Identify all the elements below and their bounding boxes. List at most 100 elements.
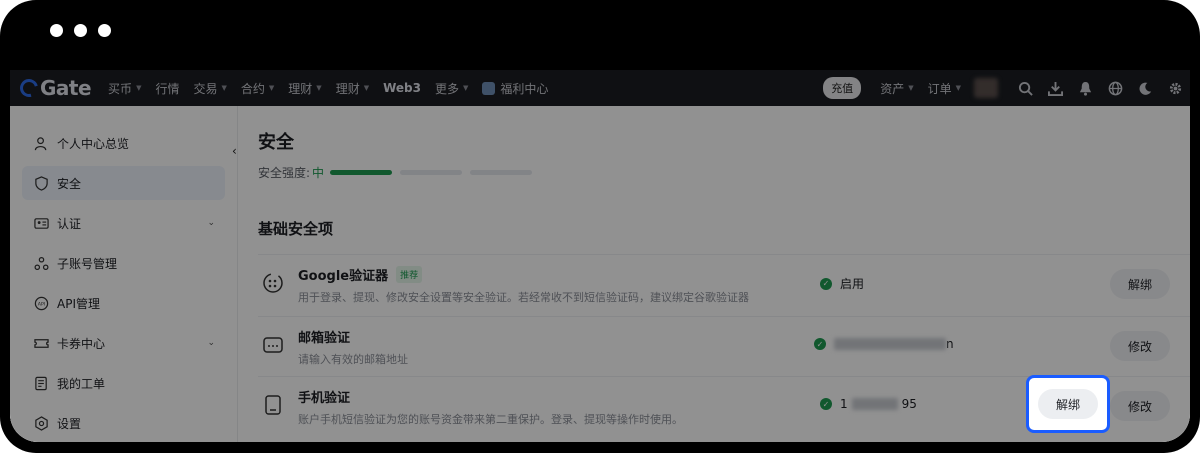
item-title-text: 邮箱验证 (298, 331, 351, 346)
sidebar-item-label: 我的工单 (57, 376, 106, 391)
sidebar-item-coupons[interactable]: 卡券中心 ⌄ (22, 326, 225, 360)
sidebar-item-label: 卡券中心 (57, 336, 106, 351)
item-title-text: 手机验证 (298, 391, 351, 406)
svg-text:API: API (37, 301, 44, 307)
modify-phone-button[interactable]: 修改 (1110, 391, 1171, 421)
nav-label: Web3 (383, 81, 421, 95)
caret-down-icon: ▼ (363, 84, 370, 92)
sub-account-icon (32, 254, 50, 272)
gear-icon[interactable] (1166, 79, 1184, 97)
collapse-sidebar-icon[interactable]: ‹ (232, 144, 237, 158)
sidebar-item-label: 认证 (57, 216, 82, 231)
security-strength: 安全强度: 中 (258, 164, 540, 181)
security-item-email: 邮箱验证 请输入有效的邮箱地址 ✓ n 修改 (258, 316, 1190, 374)
sidebar-item-api[interactable]: API API管理 (22, 286, 225, 320)
nav-label: 福利中心 (500, 81, 549, 96)
top-navigation: Gate 买币 ▼ 行情 交易 ▼ 合约 ▼ 理财 ▼ 理财 ▼ Web3 更多 ▼ 福利中… (10, 70, 1190, 106)
sidebar-item-verification[interactable]: 认证 ⌄ (22, 206, 225, 240)
nav-item-futures[interactable]: 合约 ▼ (241, 80, 274, 97)
unbind-google-button[interactable]: 解绑 (1110, 269, 1171, 299)
nav-item-buy[interactable]: 买币 ▼ (108, 80, 141, 97)
security-item-title: Google验证器 推荐 (298, 265, 423, 284)
nav-item-assets[interactable]: 资产 ▼ (880, 80, 913, 97)
nav-item-markets[interactable]: 行情 (155, 80, 179, 97)
status-text: n (946, 337, 954, 351)
security-item-status: ✓ 1 95 (820, 397, 917, 411)
app-screen: Gate 买币 ▼ 行情 交易 ▼ 合约 ▼ 理财 ▼ 理财 ▼ Web3 更多 ▼ 福利中… (10, 70, 1190, 442)
sidebar-item-settings[interactable]: 设置 (22, 406, 225, 440)
check-icon: ✓ (820, 398, 832, 410)
strength-bar-segment (330, 170, 393, 175)
sidebar: 个人中心总览 安全 认证 ⌄ 子账号管理 API API管理 卡券中心 ⌄ 我的… (10, 106, 238, 442)
caret-down-icon: ▼ (955, 84, 961, 92)
security-item-title: 邮箱验证 (298, 327, 350, 346)
moon-icon[interactable] (1136, 79, 1154, 97)
highlighted-target-frame: 解绑 (1026, 375, 1110, 433)
security-item-google: Google验证器 推荐 用于登录、提现、修改安全设置等安全验证。若经常收不到短… (258, 254, 1190, 312)
sidebar-item-label: 子账号管理 (57, 256, 118, 271)
masked-email (834, 338, 946, 350)
sidebar-item-overview[interactable]: 个人中心总览 (22, 126, 225, 160)
security-item-description: 请输入有效的邮箱地址 (298, 353, 408, 366)
nav-item-orders[interactable]: 订单 ▼ (928, 80, 961, 97)
id-card-icon (32, 214, 50, 232)
email-icon (262, 334, 284, 356)
window-dot-close[interactable] (50, 24, 63, 37)
window-dot-maximize[interactable] (98, 24, 111, 37)
page-title: 安全 (258, 132, 294, 153)
window-controls (50, 24, 111, 37)
globe-icon[interactable] (1106, 79, 1124, 97)
bell-icon[interactable] (1076, 79, 1094, 97)
nav-label: 资产 (880, 81, 905, 96)
sidebar-item-tickets[interactable]: 我的工单 (22, 366, 225, 400)
recommended-badge: 推荐 (396, 266, 423, 283)
ticket-icon (32, 374, 50, 392)
security-item-status: ✓ n (814, 337, 954, 351)
nav-label: 合约 (240, 81, 265, 96)
user-icon (32, 134, 50, 152)
status-text: 95 (901, 397, 917, 411)
strength-value: 中 (312, 166, 325, 180)
chevron-down-icon[interactable]: ⌄ (207, 218, 215, 228)
sidebar-item-label: 设置 (57, 416, 82, 431)
item-title-text: Google验证器 (298, 269, 389, 284)
caret-down-icon: ▼ (463, 84, 469, 92)
modify-email-button[interactable]: 修改 (1110, 331, 1171, 361)
sidebar-item-label: 安全 (57, 176, 82, 191)
deposit-button[interactable]: 充值 (823, 77, 862, 99)
check-icon: ✓ (820, 277, 832, 290)
page-content: 个人中心总览 安全 认证 ⌄ 子账号管理 API API管理 卡券中心 ⌄ 我的… (10, 106, 1190, 442)
caret-down-icon: ▼ (268, 84, 275, 92)
sidebar-item-sub-accounts[interactable]: 子账号管理 (22, 246, 225, 280)
avatar[interactable] (974, 78, 998, 98)
nav-item-welfare[interactable]: 福利中心 (482, 80, 548, 97)
api-icon: API (32, 294, 50, 312)
nav-label: 理财 (335, 81, 360, 96)
nav-label: 订单 (927, 81, 952, 96)
status-text: 1 (840, 397, 848, 411)
unbind-phone-button[interactable]: 解绑 (1038, 389, 1098, 419)
nav-item-web3[interactable]: Web3 (383, 81, 421, 95)
caret-down-icon: ▼ (221, 84, 227, 92)
nav-item-more[interactable]: 更多 ▼ (435, 80, 468, 97)
download-icon[interactable] (1046, 79, 1064, 97)
nav-label: 更多 (434, 81, 459, 96)
status-text: 启用 (840, 277, 865, 291)
strength-label: 安全强度: (258, 166, 311, 180)
security-item-description: 用于登录、提现、修改安全设置等安全验证。若经常收不到短信验证码，建议绑定谷歌验证… (298, 291, 749, 304)
authenticator-icon (262, 272, 284, 294)
window-dot-minimize[interactable] (74, 24, 87, 37)
search-icon[interactable] (1016, 79, 1034, 97)
strength-bar-segment (470, 170, 533, 175)
nav-label: 理财 (288, 81, 313, 96)
nav-right-group: 充值 资产 ▼ 订单 ▼ (823, 77, 1190, 99)
nav-item-finance-2[interactable]: 理财 ▼ (336, 80, 369, 97)
gate-logo[interactable]: Gate (16, 75, 92, 101)
sidebar-item-label: API管理 (57, 296, 100, 311)
caret-down-icon: ▼ (316, 84, 322, 92)
sidebar-item-security[interactable]: 安全 (22, 166, 225, 200)
nav-item-finance-1[interactable]: 理财 ▼ (288, 80, 321, 97)
chevron-down-icon[interactable]: ⌄ (207, 338, 215, 348)
nav-label: 买币 (108, 81, 133, 96)
nav-item-trade[interactable]: 交易 ▼ (193, 80, 226, 97)
